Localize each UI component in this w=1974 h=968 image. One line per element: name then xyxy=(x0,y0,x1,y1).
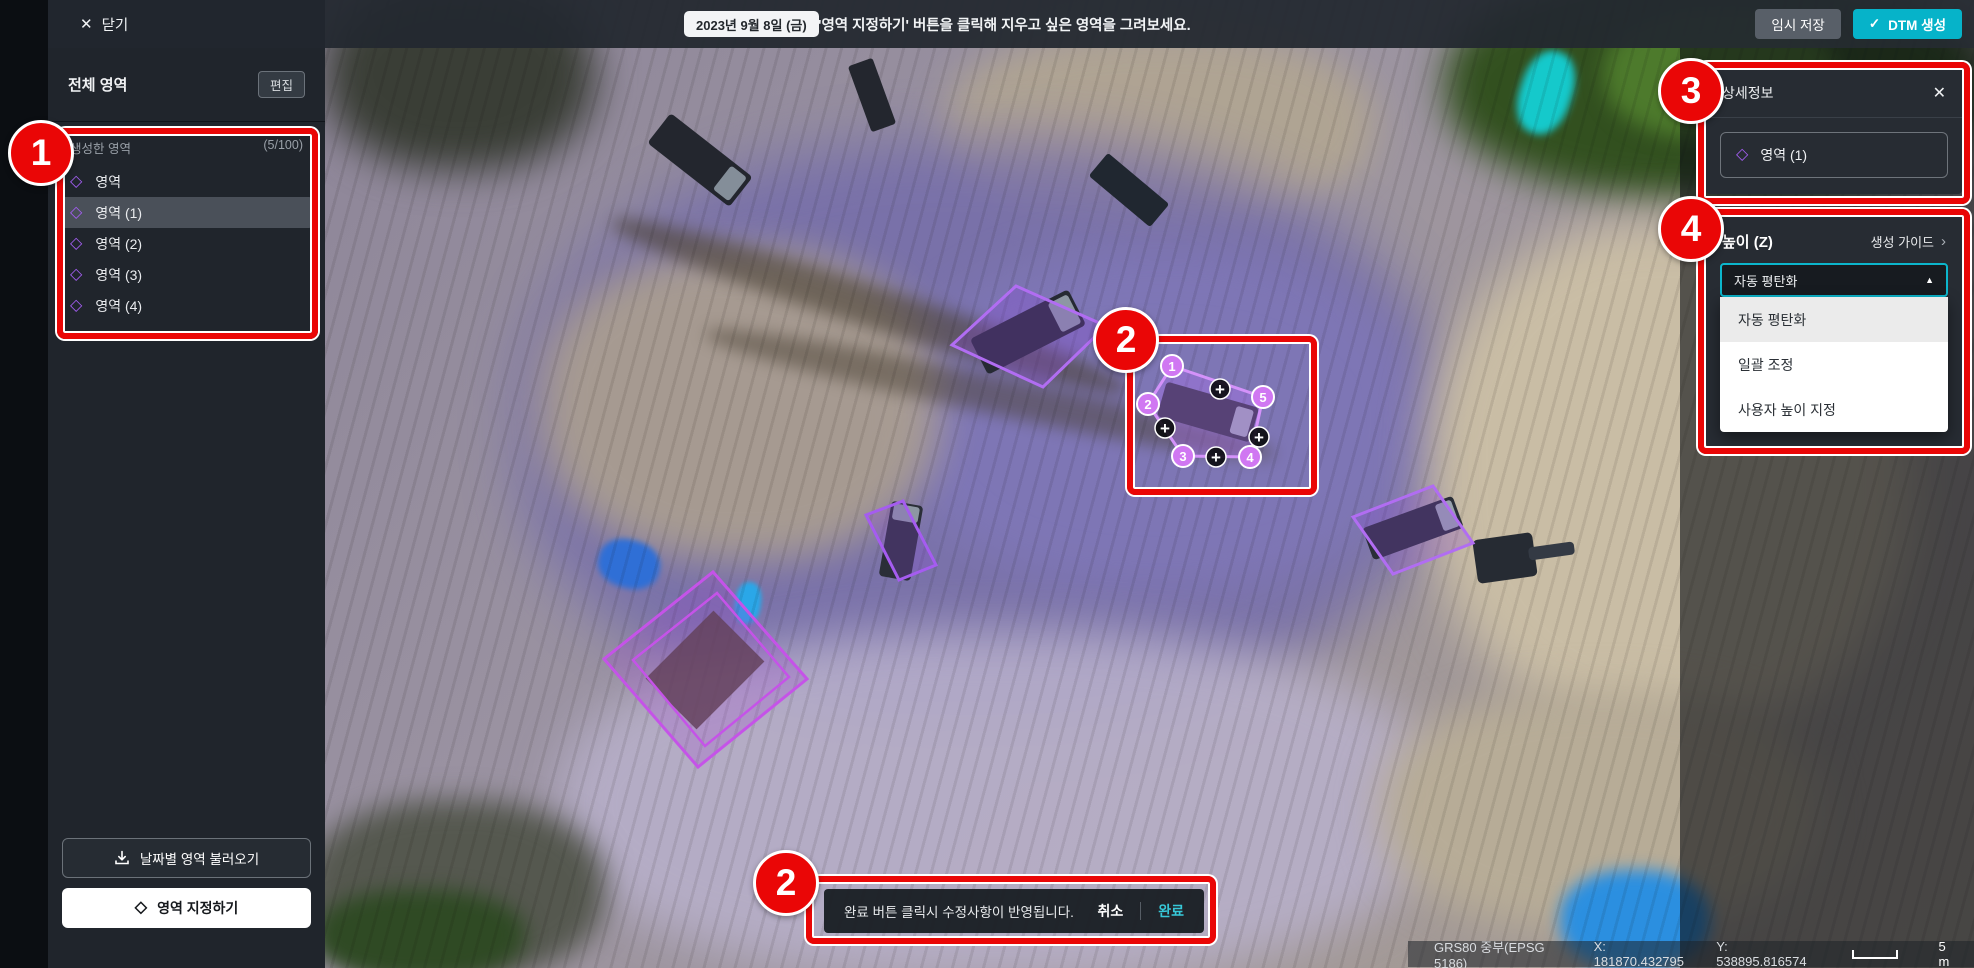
caret-up-icon: ▲ xyxy=(1925,275,1934,285)
dtm-editor-screen: + + + + 1 2 3 4 5 ✕ 닫기 2023년 9월 8일 (금) '… xyxy=(0,0,1974,968)
scale-label: 5 m xyxy=(1939,939,1958,968)
dropdown-option-user-height[interactable]: 사용자 높이 지정 xyxy=(1720,387,1948,432)
height-mode-dropdown: 자동 평탄화 일괄 조정 사용자 높이 지정 xyxy=(1720,297,1948,432)
generation-guide-link[interactable]: 생성 가이드 › xyxy=(1871,232,1946,251)
list-header-label: 생성한 영역 xyxy=(70,138,131,157)
guide-label: 생성 가이드 xyxy=(1871,232,1934,251)
designate-area-label: 영역 지정하기 xyxy=(157,898,238,918)
area-item-label: 영역 (2) xyxy=(95,234,142,254)
dropdown-option-auto-flatten[interactable]: 자동 평탄화 xyxy=(1720,297,1948,342)
detail-panel-title: 상세정보 xyxy=(1722,83,1774,103)
x-coordinate: X: 181870.432795 xyxy=(1594,939,1690,968)
close-icon: ✕ xyxy=(80,15,93,33)
left-edge-strip xyxy=(0,0,48,968)
diamond-icon: ◇ xyxy=(70,267,82,283)
chevron-right-icon: › xyxy=(1941,233,1946,250)
selected-area-chip[interactable]: ◇ 영역 (1) xyxy=(1720,132,1948,178)
instruction-text: '영역 지정하기' 버튼을 클릭해 지우고 싶은 영역을 그려보세요. xyxy=(818,0,1191,48)
height-panel-header: 높이 (Z) 생성 가이드 › xyxy=(1706,216,1962,261)
diamond-icon: ◇ xyxy=(135,900,147,916)
detail-panel-body: ◇ 영역 (1) xyxy=(1706,118,1962,194)
confirm-message: 완료 버튼 클릭시 수정사항이 반영됩니다. xyxy=(844,901,1074,921)
confirm-button[interactable]: 완료 xyxy=(1158,901,1184,921)
dropdown-option-bulk-adjust[interactable]: 일괄 조정 xyxy=(1720,342,1948,387)
y-coordinate: Y: 538895.816574 xyxy=(1716,939,1811,968)
height-mode-value: 자동 평탄화 xyxy=(1734,271,1797,290)
crs-label: GRS80 중부(EPSG 5186) xyxy=(1434,937,1567,968)
diamond-icon: ◇ xyxy=(70,236,82,252)
area-item-label: 영역 (4) xyxy=(95,296,142,316)
temp-save-button[interactable]: 임시 저장 xyxy=(1755,9,1840,39)
area-list-item[interactable]: ◇ 영역 (3) xyxy=(60,259,313,290)
dtm-generate-button[interactable]: ✓ DTM 생성 xyxy=(1853,9,1962,39)
generated-area-list: 생성한 영역 (5/100) ◇ 영역 ◇ 영역 (1) ◇ 영역 (2) ◇ … xyxy=(48,122,325,321)
edit-confirm-toolbar: 완료 버튼 클릭시 수정사항이 반영됩니다. 취소 완료 xyxy=(824,889,1204,933)
diamond-icon: ◇ xyxy=(70,174,82,190)
load-areas-by-date-button[interactable]: 날짜별 영역 불러오기 xyxy=(62,838,311,878)
detail-info-panel: 상세정보 ✕ ◇ 영역 (1) xyxy=(1706,68,1962,194)
top-bar: ✕ 닫기 2023년 9월 8일 (금) '영역 지정하기' 버튼을 클릭해 지… xyxy=(48,0,1974,48)
close-editor-button[interactable]: ✕ 닫기 xyxy=(80,0,128,48)
diamond-icon: ◇ xyxy=(1736,147,1748,163)
confirm-actions: 취소 완료 xyxy=(1097,901,1184,921)
date-badge: 2023년 9월 8일 (금) xyxy=(684,11,819,37)
cancel-button[interactable]: 취소 xyxy=(1097,901,1123,921)
edit-button[interactable]: 편집 xyxy=(258,71,305,98)
area-sidebar: 전체 영역 편집 생성한 영역 (5/100) ◇ 영역 ◇ 영역 (1) ◇ … xyxy=(48,48,325,968)
check-icon: ✓ xyxy=(1869,16,1880,32)
height-title: 높이 (Z) xyxy=(1722,231,1773,252)
topbar-actions: 임시 저장 ✓ DTM 생성 xyxy=(1755,9,1962,39)
sidebar-title: 전체 영역 xyxy=(68,74,127,95)
area-item-label: 영역 (1) xyxy=(95,203,142,223)
area-list-item[interactable]: ◇ 영역 (2) xyxy=(60,228,313,259)
area-list-item-selected[interactable]: ◇ 영역 (1) xyxy=(60,197,313,228)
download-icon xyxy=(114,850,130,866)
divider xyxy=(1140,902,1141,920)
close-label: 닫기 xyxy=(102,14,129,35)
designate-area-button[interactable]: ◇ 영역 지정하기 xyxy=(62,888,311,928)
map-status-bar: GRS80 중부(EPSG 5186) X: 181870.432795 Y: … xyxy=(1408,941,1974,967)
height-panel: 높이 (Z) 생성 가이드 › 자동 평탄화 ▲ 자동 평탄화 일괄 조정 사용… xyxy=(1706,216,1962,447)
height-mode-select[interactable]: 자동 평탄화 ▲ xyxy=(1720,263,1948,297)
area-list-item[interactable]: ◇ 영역 (4) xyxy=(60,290,313,321)
diamond-icon: ◇ xyxy=(70,298,82,314)
scale-bar xyxy=(1852,950,1897,959)
selected-area-label: 영역 (1) xyxy=(1760,145,1807,165)
detail-panel-header: 상세정보 ✕ xyxy=(1706,68,1962,118)
dtm-generate-label: DTM 생성 xyxy=(1888,14,1946,34)
sidebar-header: 전체 영역 편집 xyxy=(48,48,325,122)
diamond-icon: ◇ xyxy=(70,205,82,221)
list-count: (5/100) xyxy=(263,138,303,157)
close-icon[interactable]: ✕ xyxy=(1933,83,1946,103)
area-item-label: 영역 xyxy=(95,172,121,192)
area-item-label: 영역 (3) xyxy=(95,265,142,285)
load-areas-label: 날짜별 영역 불러오기 xyxy=(140,848,259,868)
area-list-item[interactable]: ◇ 영역 xyxy=(60,166,313,197)
list-header-row: 생성한 영역 (5/100) xyxy=(60,138,313,157)
